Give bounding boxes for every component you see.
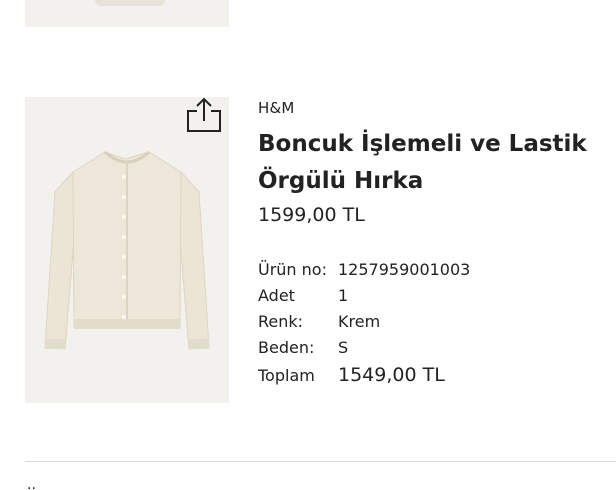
detail-row-color: Renk: Krem (258, 312, 380, 331)
section-divider (25, 461, 616, 462)
product-price: 1599,00 TL (258, 204, 365, 226)
share-button[interactable] (184, 96, 224, 134)
detail-row-quantity: Adet 1 (258, 286, 348, 305)
detail-value: S (338, 338, 349, 357)
detail-label: Beden: (258, 338, 315, 357)
product-image[interactable] (25, 97, 229, 403)
cardigan-image (44, 150, 210, 350)
detail-row-total: Toplam 1549,00 TL (258, 364, 445, 386)
detail-row-size: Beden: S (258, 338, 348, 357)
detail-label: Adet (258, 286, 295, 305)
partial-text: .. (27, 477, 36, 490)
detail-value: Krem (338, 312, 381, 331)
detail-value: 1549,00 TL (338, 364, 445, 386)
share-icon (187, 97, 221, 132)
previous-item-image[interactable] (25, 0, 229, 27)
detail-value: 1257959001003 (338, 260, 471, 279)
detail-label: Ürün no: (258, 260, 327, 279)
previous-item-garment-hint (95, 0, 165, 6)
product-title[interactable]: Boncuk İşlemeli ve Lastik Örgülü Hırka (258, 126, 598, 200)
detail-label: Toplam (258, 366, 315, 385)
detail-row-article-number: Ürün no: 1257959001003 (258, 260, 470, 279)
detail-label: Renk: (258, 312, 304, 331)
product-brand: H&M (258, 99, 295, 117)
detail-value: 1 (338, 286, 349, 305)
